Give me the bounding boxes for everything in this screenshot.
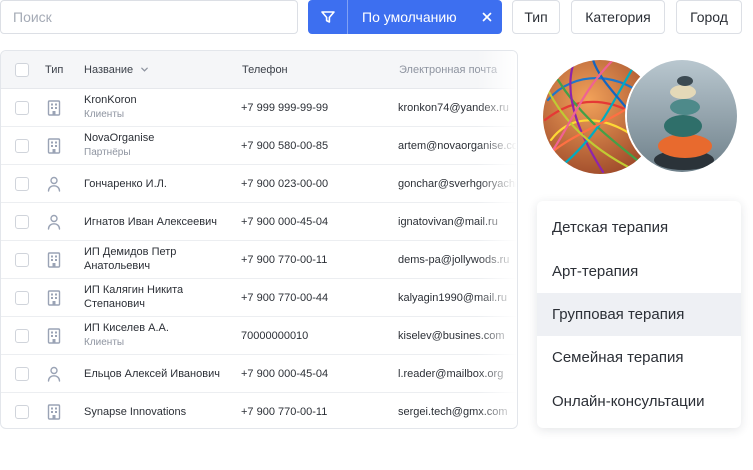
contact-name: Ельцов Алексей Иванович — [84, 368, 220, 380]
contact-email[interactable]: kronkon74@yandex.ru — [398, 102, 516, 114]
contact-phone: 70000000010 — [241, 330, 309, 342]
column-name[interactable]: Название — [84, 51, 149, 89]
person-icon — [47, 214, 61, 235]
sort-label: По умолчанию — [362, 9, 457, 25]
table-row[interactable]: Гончаренко И.Л. +7 900 023-00-00 gonchar@s… — [1, 165, 517, 203]
category-dropdown-menu: Детская терапия Арт-терапия Групповая те… — [537, 201, 741, 428]
contact-phone: +7 900 770-00-44 — [241, 292, 329, 304]
table-row[interactable]: KronKoron Клиенты +7 999 999-99-99 kronkon7… — [1, 89, 517, 127]
menu-item-group-therapy[interactable]: Групповая терапия — [537, 293, 741, 336]
stacked-stones-image — [625, 58, 739, 174]
contact-email[interactable]: kiselev@busines.com — [398, 330, 516, 342]
funnel-icon[interactable] — [308, 0, 348, 34]
contact-name: Гончаренко И.Л. — [84, 178, 167, 190]
contacts-table: Тип Название Телефон Электронная почта K… — [0, 50, 518, 429]
table-row[interactable]: ИП Калягин Никита Степанович +7 900 770-00… — [1, 279, 517, 317]
contact-email[interactable]: gonchar@sverhgoryachiy.ru — [398, 178, 516, 190]
row-checkbox[interactable] — [15, 101, 29, 115]
search-input[interactable] — [0, 0, 298, 34]
contact-subtitle: Анатольевич — [84, 260, 151, 272]
contact-name-cell: KronKoron Клиенты — [84, 94, 137, 120]
column-phone: Телефон — [242, 64, 288, 76]
contact-phone: +7 900 770-00-11 — [241, 254, 328, 266]
contact-name: Игнатов Иван Алексеевич — [84, 216, 217, 228]
table-row[interactable]: Ельцов Алексей Иванович +7 900 000-45-04 l… — [1, 355, 517, 393]
contact-name-cell: Игнатов Иван Алексеевич — [84, 216, 217, 228]
contact-name: NovaOrganise — [84, 132, 155, 144]
row-checkbox[interactable] — [15, 139, 29, 153]
filter-city-button[interactable]: Город — [676, 0, 742, 34]
contact-email[interactable]: dems-pa@jollywods.ru — [398, 254, 516, 266]
sort-button[interactable]: По умолчанию — [308, 0, 502, 34]
menu-item-child-therapy[interactable]: Детская терапия — [537, 206, 741, 249]
row-checkbox[interactable] — [15, 291, 29, 305]
contact-phone: +7 900 770-00-11 — [241, 406, 328, 418]
person-icon — [47, 176, 61, 197]
chevron-down-icon — [141, 67, 149, 72]
contact-phone: +7 900 580-00-85 — [241, 140, 329, 152]
contact-name-cell: Synapse Innovations — [84, 406, 186, 418]
close-icon[interactable] — [472, 12, 502, 22]
contact-email[interactable]: l.reader@mailbox.org — [398, 368, 516, 380]
contact-subtitle: Степанович — [84, 298, 145, 310]
contact-name-cell: Ельцов Алексей Иванович — [84, 368, 220, 380]
row-checkbox[interactable] — [15, 215, 29, 229]
contact-name: ИП Киселев А.А. — [84, 322, 169, 334]
contact-name: KronKoron — [84, 94, 137, 106]
contact-name-cell: NovaOrganise Партнёры — [84, 132, 154, 158]
table-header: Тип Название Телефон Электронная почта — [1, 51, 517, 89]
contact-subtitle: Клиенты — [84, 109, 125, 120]
contact-name: Synapse Innovations — [84, 406, 187, 418]
building-icon — [47, 252, 61, 273]
row-checkbox[interactable] — [15, 329, 29, 343]
table-row[interactable]: ИП Киселев А.А. Клиенты 70000000010 kiselev… — [1, 317, 517, 355]
filter-category-button[interactable]: Категория — [571, 0, 665, 34]
contact-phone: +7 900 023-00-00 — [241, 178, 329, 190]
menu-item-family-therapy[interactable]: Семейная терапия — [537, 336, 741, 379]
row-checkbox[interactable] — [15, 177, 29, 191]
menu-item-art-therapy[interactable]: Арт-терапия — [537, 250, 741, 293]
contact-name: ИП Демидов Петр — [84, 246, 177, 258]
contact-name: ИП Калягин Никита — [84, 284, 184, 296]
building-icon — [47, 100, 61, 121]
table-row[interactable]: NovaOrganise Партнёры +7 900 580-00-85 arte… — [1, 127, 517, 165]
contact-name-cell: ИП Демидов Петр Анатольевич — [84, 246, 176, 272]
building-icon — [47, 290, 61, 311]
table-row[interactable]: Synapse Innovations +7 900 770-00-11 serge… — [1, 393, 517, 428]
contact-name-cell: Гончаренко И.Л. — [84, 178, 167, 190]
column-email: Электронная почта — [399, 64, 498, 76]
contact-name-cell: ИП Киселев А.А. Клиенты — [84, 322, 169, 348]
contact-email[interactable]: ignatovivan@mail.ru — [398, 216, 516, 228]
contact-phone: +7 999 999-99-99 — [241, 102, 329, 114]
row-checkbox[interactable] — [15, 253, 29, 267]
row-checkbox[interactable] — [15, 367, 29, 381]
contact-email[interactable]: kalyagin1990@mail.ru — [398, 292, 516, 304]
column-name-label: Название — [84, 64, 134, 76]
contact-phone: +7 900 000-45-04 — [241, 216, 329, 228]
select-all-checkbox[interactable] — [15, 63, 29, 77]
table-row[interactable]: ИП Демидов Петр Анатольевич +7 900 770-00-… — [1, 241, 517, 279]
building-icon — [47, 138, 61, 159]
contact-email[interactable]: artem@novaorganise.com — [398, 140, 516, 152]
building-icon — [47, 404, 61, 425]
contact-name-cell: ИП Калягин Никита Степанович — [84, 284, 183, 310]
contact-subtitle: Клиенты — [84, 337, 125, 348]
contact-subtitle: Партнёры — [84, 147, 131, 158]
table-row[interactable]: Игнатов Иван Алексеевич +7 900 000-45-04 i… — [1, 203, 517, 241]
column-type: Тип — [45, 64, 64, 76]
contact-phone: +7 900 000-45-04 — [241, 368, 329, 380]
contact-email[interactable]: sergei.tech@gmx.com — [398, 406, 516, 418]
filter-type-button[interactable]: Тип — [512, 0, 560, 34]
menu-item-online-consultations[interactable]: Онлайн-консультации — [537, 380, 741, 423]
person-icon — [47, 366, 61, 387]
building-icon — [47, 328, 61, 349]
row-checkbox[interactable] — [15, 405, 29, 419]
